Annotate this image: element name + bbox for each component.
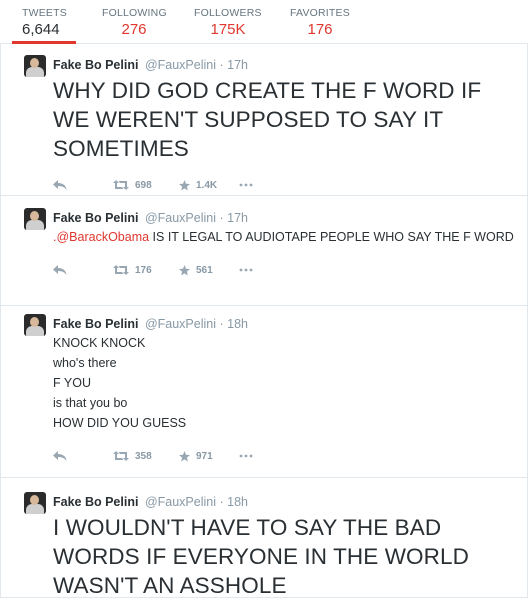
favorite-count: 971	[196, 450, 213, 462]
tweets-stat-value: 6,644	[22, 21, 60, 38]
tweet-separator: ·	[219, 58, 224, 72]
ellipsis-icon	[239, 268, 253, 272]
favorites-stat-value: 176	[307, 21, 333, 38]
retweet-icon	[113, 451, 129, 461]
mention-link[interactable]: @BarackObama	[56, 230, 149, 244]
retweet-count: 698	[135, 179, 152, 191]
tweet-username[interactable]: @FauxPelini	[145, 317, 216, 331]
followers-stat[interactable]: FOLLOWERS 175K	[194, 0, 262, 43]
favorites-stat[interactable]: FAVORITES 176	[290, 0, 350, 43]
tweet-username[interactable]: @FauxPelini	[145, 58, 216, 72]
avatar[interactable]	[24, 208, 46, 230]
tweet-fullname[interactable]: Fake Bo Pelini	[53, 317, 138, 331]
star-icon	[179, 179, 190, 191]
tweet-actions: 358 971	[53, 446, 517, 466]
tweet-username[interactable]: @FauxPelini	[145, 495, 216, 509]
profile-stats-bar: TWEETS 6,644 FOLLOWING 276 FOLLOWERS 175…	[0, 0, 528, 44]
retweet-button[interactable]: 358	[113, 451, 179, 462]
tweet-actions: 176 561	[53, 260, 517, 280]
more-button[interactable]	[239, 183, 259, 187]
tweet-text-line: HOW DID YOU GUESS	[53, 416, 187, 430]
tweet-header: Fake Bo Pelini @FauxPelini · 17h	[53, 210, 517, 226]
following-stat-label: FOLLOWING	[102, 7, 167, 19]
tweet[interactable]: Fake Bo Pelini @FauxPelini · 17h WHY DID…	[1, 44, 527, 196]
avatar[interactable]	[24, 314, 46, 336]
tweet-separator: ·	[219, 317, 224, 331]
tweet-timeline: Fake Bo Pelini @FauxPelini · 17h WHY DID…	[0, 44, 528, 598]
followers-stat-label: FOLLOWERS	[194, 7, 262, 19]
reply-arrow-icon	[53, 180, 67, 190]
favorite-button[interactable]: 561	[179, 264, 239, 276]
tweet[interactable]: Fake Bo Pelini @FauxPelini · 17h .@Barac…	[1, 196, 527, 306]
tweet-fullname[interactable]: Fake Bo Pelini	[53, 495, 138, 509]
favorites-stat-label: FAVORITES	[290, 7, 350, 19]
tweet-text-line: who's there	[53, 356, 117, 370]
tweet-header: Fake Bo Pelini @FauxPelini · 18h	[53, 494, 517, 510]
tweet-separator: ·	[219, 211, 224, 225]
star-icon	[179, 264, 190, 276]
retweet-icon	[113, 180, 129, 190]
favorite-button[interactable]: 971	[179, 450, 239, 462]
ellipsis-icon	[239, 454, 253, 458]
retweet-icon	[113, 265, 129, 275]
favorite-count: 561	[196, 264, 213, 276]
tweet-header: Fake Bo Pelini @FauxPelini · 17h	[53, 57, 517, 73]
tweet-timestamp[interactable]: 18h	[227, 317, 248, 331]
following-stat-value: 276	[121, 21, 147, 38]
avatar[interactable]	[24, 55, 46, 77]
tweet[interactable]: Fake Bo Pelini @FauxPelini · 18h I WOULD…	[1, 478, 527, 598]
tweet-text-line: F YOU	[53, 376, 91, 390]
avatar[interactable]	[24, 492, 46, 514]
retweet-button[interactable]: 698	[113, 180, 179, 191]
tweet-text-line: KNOCK KNOCK	[53, 336, 146, 350]
tweet-text: .@BarackObama IS IT LEGAL TO AUDIOTAPE P…	[53, 227, 517, 247]
ellipsis-icon	[239, 183, 253, 187]
star-icon	[179, 450, 190, 462]
retweet-count: 176	[135, 264, 152, 276]
tweet-text-body: IS IT LEGAL TO AUDIOTAPE PEOPLE WHO SAY …	[149, 230, 514, 244]
more-button[interactable]	[239, 454, 259, 458]
tweet-fullname[interactable]: Fake Bo Pelini	[53, 58, 138, 72]
reply-button[interactable]	[53, 451, 113, 461]
retweet-button[interactable]: 176	[113, 265, 179, 276]
tweets-stat-label: TWEETS	[22, 7, 67, 19]
reply-arrow-icon	[53, 265, 67, 275]
tweet-username[interactable]: @FauxPelini	[145, 211, 216, 225]
tweet-fullname[interactable]: Fake Bo Pelini	[53, 211, 138, 225]
following-stat[interactable]: FOLLOWING 276	[102, 0, 167, 43]
favorite-button[interactable]: 1.4K	[179, 179, 239, 191]
reply-button[interactable]	[53, 180, 113, 190]
favorite-count: 1.4K	[196, 179, 218, 191]
tweet-timestamp[interactable]: 18h	[227, 495, 248, 509]
tweet-header: Fake Bo Pelini @FauxPelini · 18h	[53, 316, 517, 332]
followers-stat-value: 175K	[210, 21, 246, 38]
retweet-count: 358	[135, 450, 152, 462]
tweets-stat[interactable]: TWEETS 6,644	[22, 0, 74, 43]
more-button[interactable]	[239, 268, 259, 272]
tweet-text-line: is that you bo	[53, 396, 128, 410]
tweet-text: WHY DID GOD CREATE THE F WORD IF WE WERE…	[53, 78, 482, 161]
reply-arrow-icon	[53, 451, 67, 461]
tweet-timestamp[interactable]: 17h	[227, 58, 248, 72]
tweet-text: KNOCK KNOCK who's there F YOU is that yo…	[53, 333, 517, 433]
tweet-timestamp[interactable]: 17h	[227, 211, 248, 225]
tweet-actions: 698 1.4K	[53, 175, 517, 195]
reply-button[interactable]	[53, 265, 113, 275]
tweet-separator: ·	[219, 495, 224, 509]
tweet-text: I WOULDN'T HAVE TO SAY THE BAD WORDS IF …	[53, 515, 469, 598]
tweet[interactable]: Fake Bo Pelini @FauxPelini · 18h KNOCK K…	[1, 306, 527, 478]
